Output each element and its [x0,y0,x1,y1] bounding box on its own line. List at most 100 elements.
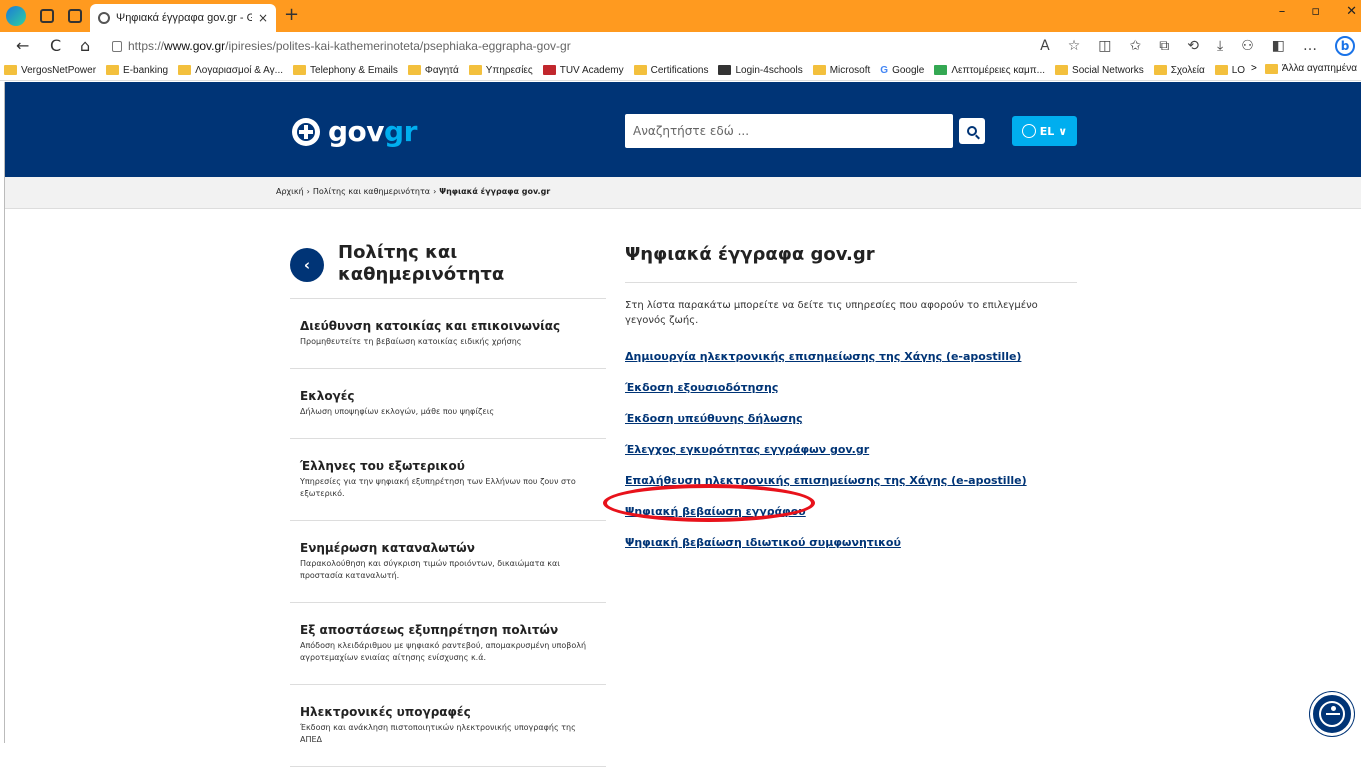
service-link-solemn-declaration[interactable]: Έκδοση υπεύθυνης δήλωσης [625,412,803,425]
favorites-icon[interactable]: ✩ [1130,38,1142,54]
search-field[interactable] [625,114,953,148]
bookmarks-overflow: > Άλλα αγαπημένα [1245,63,1357,74]
search-input[interactable] [633,124,945,138]
history-icon[interactable]: ⟲ [1187,38,1199,54]
bookmark-item[interactable]: Λογαριασμοί & Αγ... [178,65,283,76]
browser-tab-active[interactable]: Ψηφιακά έγγραφα gov.gr - Gov. × [90,4,276,32]
tab-close-button[interactable]: × [258,11,268,25]
sidebar-item-e-signatures[interactable]: Ηλεκτρονικές υπογραφές Έκδοση και ανάκλη… [290,685,606,767]
split-screen-icon[interactable]: ◫ [1098,38,1111,54]
browser-toolbar: ← C ⌂ https://www.gov.gr/ipiresies/polit… [0,32,1361,60]
home-button[interactable]: ⌂ [80,36,90,56]
folder-icon [1214,65,1228,75]
back-category-button[interactable]: ‹ [290,248,324,282]
folder-icon [178,65,192,75]
site-header: govgr EL ∨ [5,82,1361,177]
reload-button[interactable]: C [50,36,61,56]
bookmark-item[interactable]: Microsoft [812,65,870,76]
folder-icon [106,65,120,75]
bookmark-item[interactable]: Υπηρεσίες [468,65,533,76]
breadcrumb-current: Ψηφιακά έγγραφα gov.gr [439,187,551,196]
sidebar-item-title: Εξ αποστάσεως εξυπηρέτηση πολιτών [300,623,559,637]
lock-icon[interactable] [112,40,122,52]
sidebar-item-remote-service[interactable]: Εξ αποστάσεως εξυπηρέτηση πολιτών Απόδοσ… [290,603,606,685]
chevron-down-icon: ∨ [1058,124,1068,138]
bookmark-item[interactable]: G Google [880,65,924,76]
sidebar-item-title: Εκλογές [300,389,355,403]
globe-icon [98,12,110,24]
read-aloud-icon[interactable]: A [1040,38,1050,54]
sidebar-item-desc: Υπηρεσίες για την ψηφιακή εξυπηρέτηση τω… [300,477,576,498]
google-icon: G [880,64,889,76]
globe-icon [1021,124,1036,138]
tab-actions-icon[interactable] [68,9,82,23]
bookmark-item[interactable]: Λεπτομέρειες καμπ... [934,65,1045,76]
downloads-icon[interactable]: ⤓ [1217,38,1223,54]
sidebar-item-title: Ενημέρωση καταναλωτών [300,541,475,555]
folder-icon [1264,63,1278,74]
bookmark-item[interactable]: Σχολεία [1153,65,1205,76]
bookmark-item[interactable]: Telephony & Emails [293,65,398,76]
edge-profile-icon[interactable] [6,6,26,26]
extensions-icon[interactable]: ⚇ [1241,38,1254,54]
new-tab-button[interactable]: + [284,6,299,24]
breadcrumb-bar: Αρχική › Πολίτης και καθημερινότητα › Ψη… [5,177,1361,209]
bing-icon[interactable]: b [1335,36,1355,56]
bookmark-item[interactable]: VergosNetPower [4,65,96,76]
breadcrumb-link-category[interactable]: Πολίτης και καθημερινότητα [313,187,430,196]
toolbar-right-icons: A ☆ ◫ ✩ ⧉ ⟲ ⤓ ⚇ ◧ … b [1040,36,1355,56]
folder-icon [293,65,307,75]
sidebar-item-residence[interactable]: Διεύθυνση κατοικίας και επικοινωνίας Προ… [290,299,606,369]
favorite-star-icon[interactable]: ☆ [1068,38,1081,54]
bookmark-item[interactable]: Φαγητά [407,65,459,76]
window-controls: – ▫ ✕ [1279,4,1357,19]
sidebar-item-desc: Προμηθευτείτε τη βεβαίωση κατοικίας ειδι… [300,337,522,346]
accessibility-button[interactable] [1310,692,1354,736]
titlebar-left-icons [6,6,82,26]
folder-icon [812,65,826,75]
folder-icon [1153,65,1167,75]
bookmark-item[interactable]: Social Networks [1055,65,1144,76]
sidebar-item-desc: Παρακολούθηση και σύγκριση τιμών προιόντ… [300,559,560,580]
sidebar-category-list: Διεύθυνση κατοικίας και επικοινωνίας Προ… [290,298,606,767]
back-button[interactable]: ← [16,36,29,56]
service-link-authorization[interactable]: Έκδοση εξουσιοδότησης [625,381,778,394]
service-link-private-agreement[interactable]: Ψηφιακή βεβαίωση ιδιωτικού συμφωνητικού [625,536,901,549]
collections-icon[interactable]: ⧉ [1159,38,1169,54]
breadcrumb-link-home[interactable]: Αρχική [276,187,304,196]
close-window-button[interactable]: ✕ [1346,4,1357,19]
language-code: EL [1039,124,1055,138]
search-button[interactable] [959,118,985,144]
url-text: https://www.gov.gr/ipiresies/polites-kai… [128,39,571,53]
sidebar-item-desc: Δήλωση υποψηφίων εκλογών, μάθε που ψηφίζ… [300,407,495,416]
sidebar-item-greeks-abroad[interactable]: Έλληνες του εξωτερικού Υπηρεσίες για την… [290,439,606,521]
sidebar-item-consumers[interactable]: Ενημέρωση καταναλωτών Παρακολούθηση και … [290,521,606,603]
more-menu-icon[interactable]: … [1303,38,1317,54]
maximize-button[interactable]: ▫ [1311,4,1320,19]
tab-title: Ψηφιακά έγγραφα gov.gr - Gov. [116,12,252,24]
service-link-create-apostille[interactable]: Δημιουργία ηλεκτρονικής επισημείωσης της… [625,350,1021,363]
folder-icon [468,65,482,75]
list-item: Ψηφιακή βεβαίωση ιδιωτικού συμφωνητικού [625,531,1027,562]
title-divider [625,282,1077,283]
workspaces-icon[interactable] [40,9,54,23]
service-link-validity-check[interactable]: Έλεγχος εγκυρότητας εγγράφων gov.gr [625,443,869,456]
bookmarks-more-button[interactable]: > [1251,63,1257,74]
govgr-logo[interactable]: govgr [292,115,417,148]
list-item: Δημιουργία ηλεκτρονικής επισημείωσης της… [625,345,1027,376]
search-icon [967,126,977,136]
language-selector[interactable]: EL ∨ [1012,116,1077,146]
copilot-icon[interactable]: ◧ [1272,38,1285,54]
bookmark-item[interactable]: Certifications [633,65,708,76]
bookmark-item[interactable]: E-banking [106,65,168,76]
address-bar[interactable]: https://www.gov.gr/ipiresies/polites-kai… [112,36,571,56]
minimize-button[interactable]: – [1279,4,1286,19]
sidebar-header: ‹ Πολίτης και καθημερινότητα [290,242,578,286]
other-favorites-folder[interactable]: Άλλα αγαπημένα [1264,63,1357,74]
list-item: Έκδοση υπεύθυνης δήλωσης [625,407,1027,438]
bookmark-item[interactable]: Login-4schools [718,65,803,76]
browser-titlebar: Ψηφιακά έγγραφα gov.gr - Gov. × + – ▫ ✕ [0,0,1361,32]
bookmark-item[interactable]: TUV Academy [542,65,624,76]
sidebar-item-elections[interactable]: Εκλογές Δήλωση υποψηφίων εκλογών, μάθε π… [290,369,606,439]
folder-icon [1055,65,1069,75]
